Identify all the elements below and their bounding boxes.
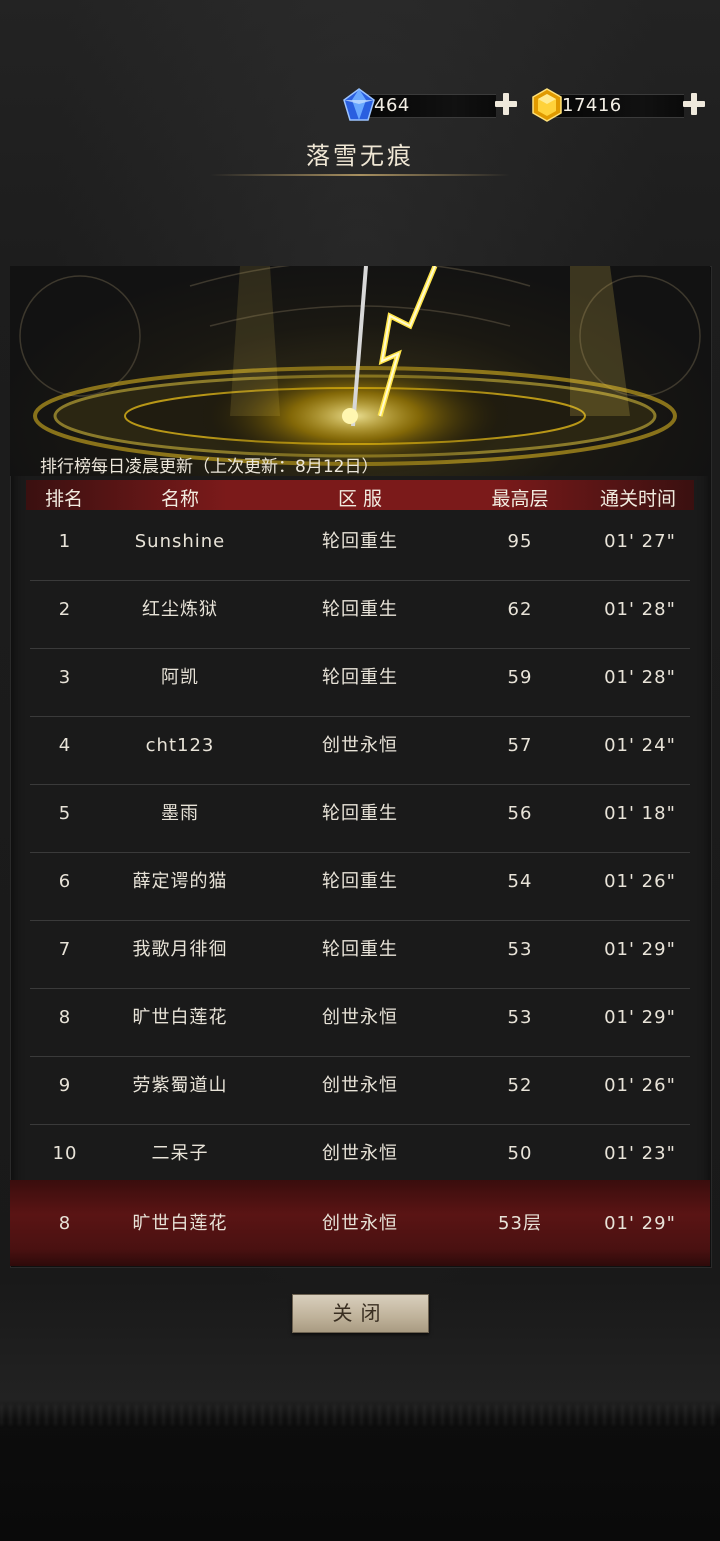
lightning-sword-illustration: [19, 266, 701, 476]
gold-currency-bar: 17416: [530, 88, 706, 122]
row-time: 01' 27": [604, 531, 676, 552]
gem-currency-bar: 464: [342, 88, 518, 122]
row-rank: 1: [58, 531, 72, 552]
my-floor: 53层: [498, 1213, 542, 1234]
add-gems-button[interactable]: [494, 92, 518, 116]
close-button[interactable]: 关闭: [292, 1294, 429, 1333]
table-row: 7 我歌月徘徊 轮回重生 53 01' 29": [30, 920, 690, 989]
row-server: 轮回重生: [322, 939, 398, 960]
add-gold-button[interactable]: [682, 92, 706, 116]
row-floor: 53: [507, 1007, 533, 1028]
col-rank: 排名: [44, 488, 83, 510]
blue-gem-icon: [343, 88, 375, 121]
table-header: 排名 名称 区 服 最高层 通关时间: [26, 480, 694, 510]
row-time: 01' 26": [604, 1075, 676, 1096]
banner-art: [10, 266, 710, 476]
col-server: 区 服: [337, 488, 383, 510]
row-rank: 5: [58, 803, 72, 824]
row-server: 创世永恒: [322, 735, 398, 756]
row-name: Sunshine: [134, 531, 226, 552]
row-name: 旷世白莲花: [132, 1007, 228, 1028]
torn-edge: [0, 1405, 720, 1425]
row-server: 轮回重生: [322, 667, 398, 688]
table-row: 3 阿凯 轮回重生 59 01' 28": [30, 648, 690, 717]
row-time: 01' 28": [604, 667, 676, 688]
update-notice: 排行榜每日凌晨更新（上次更新：8月12日）: [40, 457, 379, 477]
leaderboard-screen: 464 17416 落雪无痕 排行榜每日凌晨更新（上次更新：8月12日） 排名 …: [0, 0, 720, 1541]
row-server: 轮回重生: [322, 599, 398, 620]
row-server: 创世永恒: [322, 1007, 398, 1028]
row-floor: 54: [507, 871, 533, 892]
page-title: 落雪无痕: [306, 142, 414, 170]
gem-count: 464: [374, 95, 410, 116]
gold-count: 17416: [562, 95, 622, 116]
row-floor: 53: [507, 939, 533, 960]
row-name: 红尘炼狱: [142, 599, 218, 620]
row-rank: 8: [58, 1007, 72, 1028]
row-floor: 95: [507, 531, 533, 552]
my-rank-row: 8 旷世白莲花 创世永恒 53层 01' 29": [10, 1180, 710, 1266]
row-floor: 52: [507, 1075, 533, 1096]
table-row: 4 cht123 创世永恒 57 01' 24": [30, 716, 690, 785]
row-rank: 7: [58, 939, 72, 960]
my-rank: 8: [58, 1213, 72, 1234]
row-floor: 57: [507, 735, 533, 756]
row-floor: 59: [507, 667, 533, 688]
row-time: 01' 29": [604, 939, 676, 960]
col-name: 名称: [160, 488, 199, 510]
row-server: 轮回重生: [322, 803, 398, 824]
table-row: 9 劳紫蜀道山 创世永恒 52 01' 26": [30, 1056, 690, 1125]
row-time: 01' 29": [604, 1007, 676, 1028]
row-floor: 62: [507, 599, 533, 620]
table-row: 5 墨雨 轮回重生 56 01' 18": [30, 784, 690, 853]
table-row: 1 Sunshine 轮回重生 95 01' 27": [30, 512, 690, 581]
row-name: cht123: [145, 735, 215, 756]
title-divider: [210, 174, 510, 176]
col-floor: 最高层: [491, 488, 549, 510]
row-name: 我歌月徘徊: [132, 939, 228, 960]
gold-gem-icon: [532, 88, 562, 122]
row-rank: 6: [58, 871, 72, 892]
row-server: 轮回重生: [322, 531, 398, 552]
row-name: 阿凯: [161, 667, 199, 688]
row-name: 薛定谔的猫: [132, 871, 228, 892]
table-row: 2 红尘炼狱 轮回重生 62 01' 28": [30, 580, 690, 649]
my-time: 01' 29": [604, 1213, 676, 1234]
row-name: 劳紫蜀道山: [132, 1075, 228, 1096]
row-time: 01' 28": [604, 599, 676, 620]
row-time: 01' 24": [604, 735, 676, 756]
row-server: 创世永恒: [322, 1075, 398, 1096]
col-time: 通关时间: [599, 488, 676, 510]
row-rank: 4: [58, 735, 72, 756]
row-time: 01' 26": [604, 871, 676, 892]
my-server: 创世永恒: [322, 1213, 398, 1234]
row-rank: 9: [58, 1075, 72, 1096]
my-name: 旷世白莲花: [132, 1213, 228, 1234]
row-time: 01' 18": [604, 803, 676, 824]
row-rank: 2: [58, 599, 72, 620]
row-server: 轮回重生: [322, 871, 398, 892]
row-rank: 3: [58, 667, 72, 688]
row-floor: 56: [507, 803, 533, 824]
table-row: 8 旷世白莲花 创世永恒 53 01' 29": [30, 988, 690, 1057]
table-row: 6 薛定谔的猫 轮回重生 54 01' 26": [30, 852, 690, 921]
row-name: 墨雨: [161, 803, 199, 824]
